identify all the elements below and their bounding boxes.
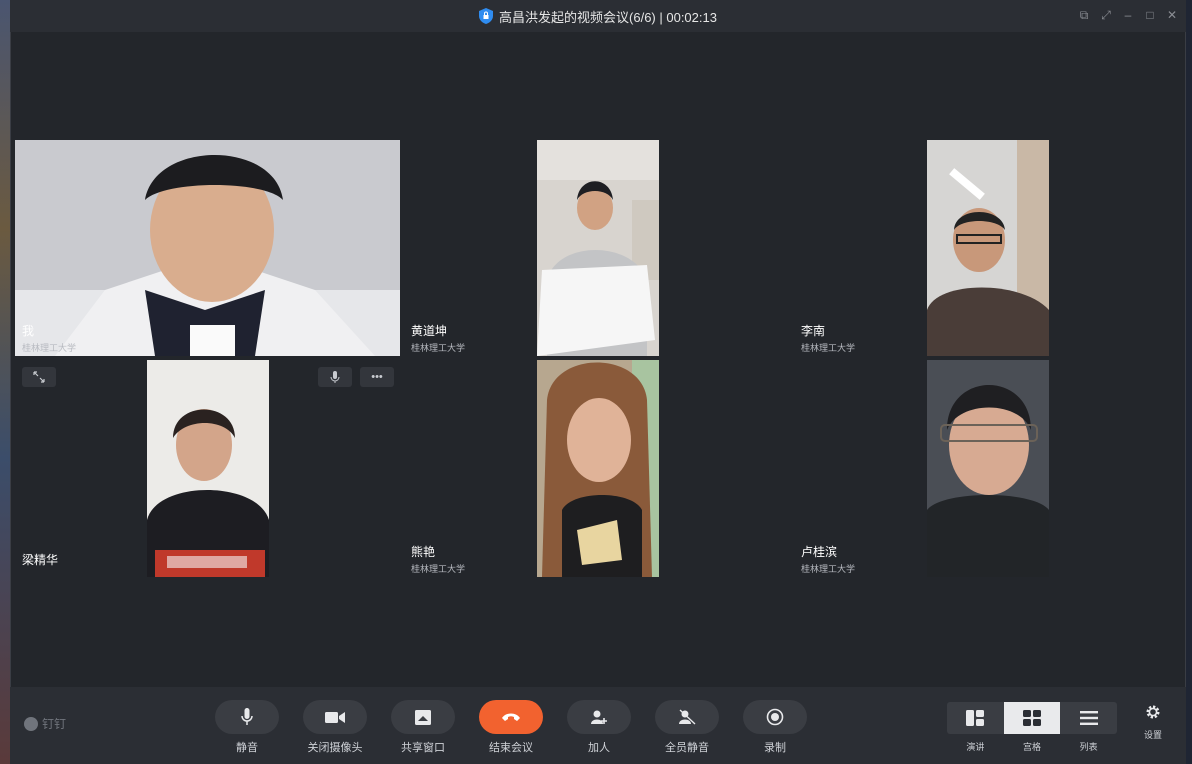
mute-label: 静音 [236,742,258,754]
video-tile[interactable]: 我 桂林理工大学 [15,140,400,356]
tile-more-button[interactable]: ••• [360,367,394,387]
camera-icon [325,711,345,723]
participant-name: 我 [22,324,35,338]
hangup-icon [502,713,520,721]
participant-video [537,360,659,577]
share-icon [415,709,431,725]
desktop-background-right [1186,0,1192,764]
participant-org: 桂林理工大学 [411,564,466,574]
layout-switcher [947,702,1117,734]
share-window-button[interactable]: 共享窗口 [391,700,455,755]
participant-video [927,360,1049,577]
speaker-layout-label: 演讲 [966,742,985,752]
participant-video [15,140,400,356]
record-icon [766,708,784,726]
settings-button[interactable]: 设置 [1138,704,1168,741]
record-label: 录制 [764,742,786,754]
end-meeting-label: 结束会议 [489,742,533,754]
mute-all-icon [679,709,696,725]
meeting-toolbar: 钉钉 静音 关闭摄像头 共享窗口 结束会议 加人 全员静音 录制 演讲 宫格 列… [10,687,1186,764]
title-bar: 高昌洪发起的视频会议(6/6) | 00:02:13 ⧉ ⤢ – □ ✕ [10,0,1186,32]
shield-icon [479,8,494,24]
share-window-label: 共享窗口 [401,742,445,754]
camera-off-label: 关闭摄像头 [307,742,363,754]
grid-layout-icon [1023,710,1041,726]
expand-icon [33,371,45,383]
participant-video [147,360,269,577]
settings-label: 设置 [1143,730,1162,740]
minimize-button[interactable]: – [1122,8,1134,23]
close-button[interactable]: ✕ [1166,8,1178,23]
participant-org: 桂林理工大学 [801,564,856,574]
participant-name: 黄道坤 [411,324,448,338]
gear-icon [1146,705,1160,719]
speaker-layout-icon [966,710,985,726]
list-layout-icon [1079,711,1098,725]
participant-video [927,140,1049,356]
mute-button[interactable]: 静音 [215,700,279,755]
add-person-label: 加人 [588,742,610,754]
brand-label: 钉钉 [42,717,67,731]
grid-layout-label: 宫格 [1023,742,1042,752]
add-person-icon [591,710,607,724]
mic-icon [330,371,340,383]
video-tile[interactable]: ••• 梁精华 [15,360,400,577]
window-title: 高昌洪发起的视频会议(6/6) | 00:02:13 [499,9,717,25]
add-person-button[interactable]: 加人 [567,700,631,755]
mic-icon [241,708,253,725]
video-tile[interactable]: 黄道坤 桂林理工大学 [404,140,790,356]
record-button[interactable]: 录制 [743,700,807,755]
participant-name: 卢桂滨 [801,545,838,559]
list-layout-button[interactable] [1060,702,1117,734]
video-tile[interactable]: 卢桂滨 桂林理工大学 [794,360,1180,577]
end-meeting-button[interactable]: 结束会议 [479,700,543,755]
grid-layout-button[interactable] [1003,702,1061,734]
mute-all-button[interactable]: 全员静音 [655,700,719,755]
participant-name: 李南 [801,324,826,338]
camera-off-button[interactable]: 关闭摄像头 [303,700,367,755]
participant-name: 梁精华 [22,553,59,567]
video-tile[interactable]: 李南 桂林理工大学 [794,140,1180,356]
dingtalk-logo: 钉钉 [24,715,66,732]
fullscreen-icon[interactable]: ⤢ [1100,8,1112,23]
dingtalk-icon [24,716,38,731]
tile-mic-button[interactable] [318,367,352,387]
participant-org: 桂林理工大学 [411,343,466,353]
participant-name: 熊艳 [411,545,436,559]
list-layout-label: 列表 [1079,742,1098,752]
participant-org: 桂林理工大学 [22,343,77,353]
maximize-button[interactable]: □ [1144,8,1156,23]
participant-video [537,140,659,356]
speaker-layout-button[interactable] [947,702,1004,734]
mute-all-label: 全员静音 [665,742,709,754]
participant-org: 桂林理工大学 [801,343,856,353]
desktop-background-left [0,0,10,764]
expand-button[interactable] [22,367,56,387]
video-tile[interactable]: 熊艳 桂林理工大学 [404,360,790,577]
video-grid: 我 桂林理工大学 黄道坤 桂林理工大学 李南 桂林理工大学 ••• 梁精华 熊艳… [14,32,1182,687]
popout-icon[interactable]: ⧉ [1078,8,1090,23]
more-icon: ••• [371,371,383,383]
